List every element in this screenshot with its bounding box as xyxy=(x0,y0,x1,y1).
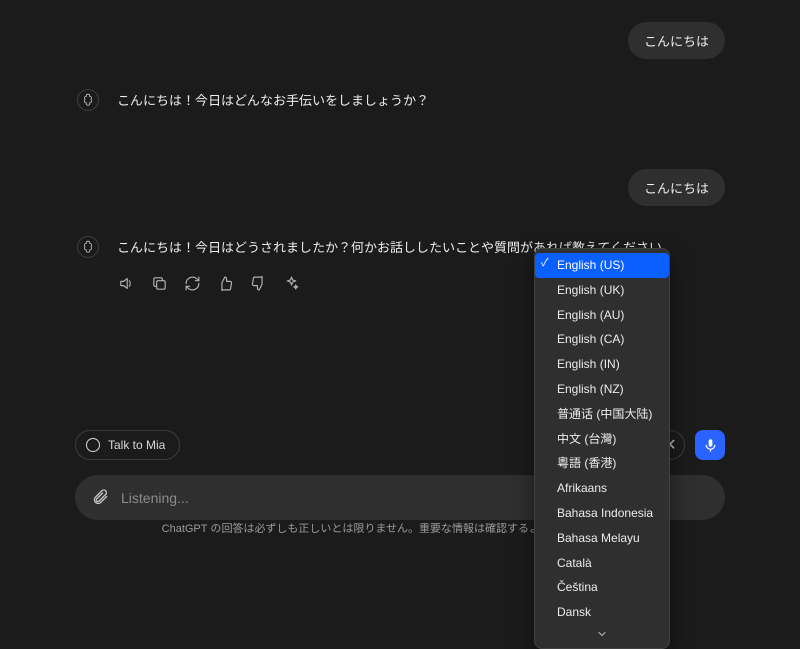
language-option[interactable]: Afrikaans xyxy=(535,476,669,501)
copy-icon[interactable] xyxy=(150,274,168,292)
regenerate-icon[interactable] xyxy=(183,274,201,292)
language-option[interactable]: Čeština xyxy=(535,575,669,600)
assistant-message-text: こんにちは！今日はどんなお手伝いをしましょうか？ xyxy=(117,89,725,113)
sparkle-icon[interactable] xyxy=(282,274,300,292)
language-option[interactable]: Català xyxy=(535,551,669,576)
thumbs-up-icon[interactable] xyxy=(216,274,234,292)
language-option[interactable]: English (NZ) xyxy=(535,377,669,402)
language-dropdown[interactable]: English (US)English (UK)English (AU)Engl… xyxy=(534,248,670,649)
language-option[interactable]: English (UK) xyxy=(535,278,669,303)
language-option[interactable]: English (CA) xyxy=(535,327,669,352)
ring-icon xyxy=(86,438,100,452)
user-message-row: こんにちは xyxy=(75,22,725,59)
language-option[interactable]: English (AU) xyxy=(535,303,669,328)
talk-to-mia-button[interactable]: Talk to Mia xyxy=(75,430,180,460)
language-option[interactable]: English (US) xyxy=(535,253,669,278)
language-option[interactable]: 中文 (台灣) xyxy=(535,427,669,452)
language-option[interactable]: Dansk xyxy=(535,600,669,625)
attach-icon[interactable] xyxy=(91,487,109,508)
assistant-avatar-icon xyxy=(77,89,99,111)
language-option[interactable]: English (IN) xyxy=(535,352,669,377)
user-message-bubble: こんにちは xyxy=(628,169,725,206)
assistant-avatar-icon xyxy=(77,236,99,258)
read-aloud-icon[interactable] xyxy=(117,274,135,292)
assistant-message-row: こんにちは！今日はどんなお手伝いをしましょうか？ xyxy=(75,89,725,113)
language-option[interactable]: Bahasa Indonesia xyxy=(535,501,669,526)
user-message-row: こんにちは xyxy=(75,169,725,206)
language-option[interactable]: 普通话 (中国大陆) xyxy=(535,402,669,427)
user-message-bubble: こんにちは xyxy=(628,22,725,59)
composer-status: Listening... xyxy=(121,490,189,506)
mic-button[interactable] xyxy=(695,430,725,460)
language-option[interactable]: 粵語 (香港) xyxy=(535,451,669,476)
language-option[interactable]: Bahasa Melayu xyxy=(535,526,669,551)
dropdown-more-icon[interactable] xyxy=(535,625,669,646)
disclaimer-text: ChatGPT の回答は必ずしも正しいとは限りません。重要な情報は確認するように… xyxy=(0,520,800,536)
thumbs-down-icon[interactable] xyxy=(249,274,267,292)
talk-to-mia-label: Talk to Mia xyxy=(108,438,165,452)
